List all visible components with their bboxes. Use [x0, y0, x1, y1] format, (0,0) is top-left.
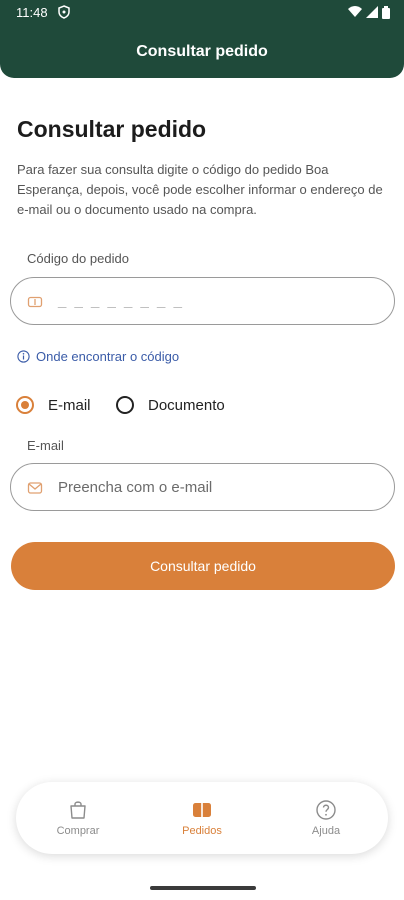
help-icon — [316, 800, 336, 820]
orders-icon — [193, 803, 211, 817]
radio-email-button[interactable] — [16, 396, 34, 414]
email-label: E-mail — [27, 438, 64, 453]
radio-email[interactable]: E-mail — [16, 396, 91, 414]
nav-label-ajuda[interactable]: Ajuda — [312, 825, 340, 837]
header-title: Consultar pedido — [136, 43, 268, 60]
nav-item-pedidos[interactable]: Pedidos — [157, 799, 247, 837]
signal-icon — [366, 6, 378, 18]
radio-document-label[interactable]: Documento — [148, 397, 225, 414]
intro-text: Para fazer sua consulta digite o código … — [17, 162, 383, 217]
order-code-field[interactable]: _ _ _ _ _ _ _ _ — [10, 277, 395, 325]
submit-button[interactable]: Consultar pedido — [11, 542, 395, 590]
shield-icon — [58, 5, 70, 19]
nav-item-ajuda[interactable]: Ajuda — [281, 799, 371, 837]
nav-item-comprar[interactable]: Comprar — [33, 799, 123, 837]
radio-email-label[interactable]: E-mail — [48, 397, 91, 414]
wifi-icon — [348, 6, 362, 17]
radio-document-button[interactable] — [116, 396, 134, 414]
bag-icon — [70, 801, 86, 819]
status-icons — [348, 5, 390, 19]
bottom-nav: Comprar Pedidos Ajuda — [16, 782, 388, 854]
status-time: 11:48 — [16, 5, 48, 20]
app-header: 11:48 Consultar pedido — [0, 0, 404, 78]
submit-button-label[interactable]: Consultar pedido — [150, 558, 256, 574]
help-link[interactable]: Onde encontrar o código — [17, 349, 179, 364]
radio-document[interactable]: Documento — [116, 396, 225, 414]
ticket-icon — [27, 296, 43, 308]
nav-label-comprar[interactable]: Comprar — [57, 825, 100, 837]
email-field[interactable]: Preencha com o e-mail — [10, 463, 395, 511]
email-input[interactable]: Preencha com o e-mail — [58, 479, 212, 496]
info-icon — [17, 350, 30, 363]
home-indicator[interactable] — [150, 886, 256, 890]
order-code-input[interactable]: _ _ _ _ _ _ _ _ — [58, 292, 184, 309]
order-code-label: Código do pedido — [27, 251, 129, 266]
help-link-label[interactable]: Onde encontrar o código — [36, 349, 179, 364]
battery-icon — [382, 5, 390, 19]
page-title: Consultar pedido — [17, 116, 207, 142]
nav-label-pedidos[interactable]: Pedidos — [182, 825, 222, 837]
mail-icon — [27, 482, 43, 494]
